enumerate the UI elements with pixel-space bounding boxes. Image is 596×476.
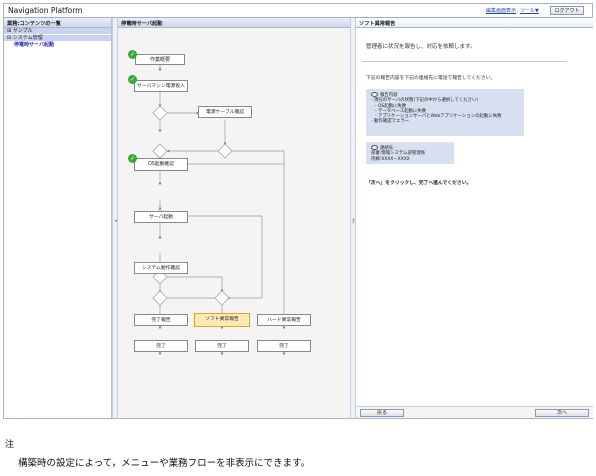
report-content-box: 報告内容 - 現在のサーバの状態(下記の中から選択してください) - OS起動に… [366, 89, 524, 136]
step-footer: 戻る 次へ [356, 406, 593, 418]
contact-box: 連絡先 部署:情報システム部管理係 内線:XXXX－XXXX [366, 142, 454, 164]
flow-node-power-on[interactable]: サーバマシン電源投入 [134, 80, 188, 92]
tools-menu[interactable]: ツール▼ [520, 7, 539, 14]
decision-diamond [217, 143, 233, 159]
decision-diamond [152, 105, 168, 121]
content-list-pane: 業務:コンテンツの一覧 ⊞ サンプル ⊟ システム管理 停電時サーバ起動 [4, 18, 112, 418]
content-list-header: 業務:コンテンツの一覧 [4, 18, 111, 28]
speech-bubble-icon [371, 92, 378, 97]
flow-node-done[interactable]: 完了 [134, 340, 188, 352]
back-button[interactable]: 戻る [360, 409, 404, 417]
speech-bubble-icon [371, 145, 378, 150]
check-icon: ✓ [128, 154, 137, 163]
tree-item-system-admin[interactable]: ⊟ システム管理 [4, 35, 111, 42]
decision-diamond [214, 290, 230, 306]
step-detail-pane: ソフト異常報告 管理者に状況を報告し、対応を依頼します。 下記の報告内容を下記の… [356, 18, 593, 418]
note-text: 構築時の設定によって，メニューや業務フローを非表示にできます。 [18, 458, 311, 469]
next-button[interactable]: 次へ [535, 409, 589, 417]
flow-node-os-boot[interactable]: OS起動確認 [134, 158, 188, 171]
flow-node-report-soft-active[interactable]: ソフト異常報告 [194, 313, 250, 327]
contact-line: 内線:XXXX－XXXX [371, 156, 410, 162]
step-instruction: 下記の報告内容を下記の連絡先に電話で報告してください。 [366, 76, 496, 81]
title-bar: Navigation Platform 編集画面表示 ツール▼ ログアウト [4, 4, 592, 18]
divider [362, 61, 567, 62]
flow-node-system-check[interactable]: システム動作確認 [134, 262, 188, 274]
check-icon: ✓ [128, 75, 137, 84]
flow-pane: 停電時サーバ起動 作業概要 ✓ サーバマシン電源投入 ✓ 電源ケーブル確認 OS… [118, 18, 350, 418]
decision-diamond [152, 143, 168, 159]
decision-diamond [152, 290, 168, 306]
next-instruction: 「次へ」をクリックし、完了へ進んでください。 [366, 181, 472, 186]
flow-node-work-overview[interactable]: 作業概要 [135, 54, 185, 65]
edit-view-link[interactable]: 編集画面表示 [486, 7, 516, 14]
flow-node-server-start[interactable]: サーバ起動 [134, 211, 188, 223]
step-lead: 管理者に状況を報告し、対応を依頼します。 [366, 44, 476, 50]
flow-node-power-cable[interactable]: 電源ケーブル確認 [198, 106, 252, 118]
check-icon: ✓ [128, 50, 137, 59]
logout-button[interactable]: ログアウト [550, 6, 584, 15]
flow-node-done[interactable]: 完了 [195, 340, 249, 352]
app-title: Navigation Platform [8, 6, 83, 15]
flow-node-report-hard[interactable]: ハード異常報告 [257, 314, 311, 326]
flow-node-done[interactable]: 完了 [257, 340, 311, 352]
note-label: 注 [5, 440, 15, 450]
tree-item-power-outage-server-start[interactable]: 停電時サーバ起動 [4, 42, 111, 49]
step-title: ソフト異常報告 [356, 18, 593, 28]
flow-node-report-complete[interactable]: 完了報告 [134, 314, 188, 326]
report-line: - 動作確認でエラー [371, 119, 410, 125]
tree-item-sample[interactable]: ⊞ サンプル [4, 28, 111, 35]
app-window: Navigation Platform 編集画面表示 ツール▼ ログアウト 業務… [3, 3, 593, 419]
flow-header: 停電時サーバ起動 [118, 18, 350, 28]
